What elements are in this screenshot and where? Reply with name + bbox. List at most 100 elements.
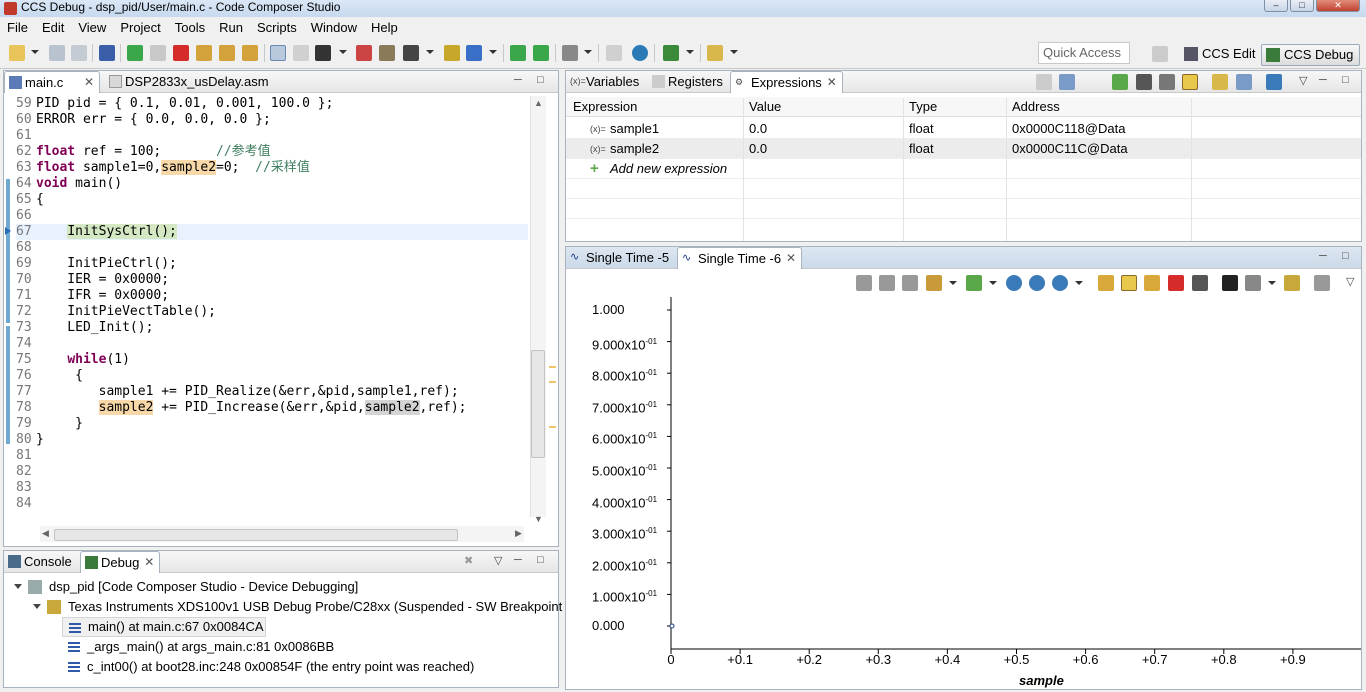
- column-header-value[interactable]: Value: [749, 97, 781, 116]
- maximize-view-icon[interactable]: □: [537, 554, 544, 566]
- refresh-options-icon[interactable]: [1144, 275, 1160, 291]
- align-icon[interactable]: [879, 275, 895, 291]
- add-expression-icon[interactable]: [1112, 74, 1128, 90]
- target-icon[interactable]: [403, 45, 419, 61]
- minimize-view-icon[interactable]: ─: [514, 74, 522, 86]
- suspend-icon[interactable]: [150, 45, 166, 61]
- occurrence-marker[interactable]: [549, 366, 556, 368]
- column-header-address[interactable]: Address: [1012, 97, 1060, 116]
- refresh-graph-icon[interactable]: [1098, 275, 1114, 291]
- code-line[interactable]: 73 LED_Init();: [16, 320, 528, 336]
- new-dropdown-icon[interactable]: [31, 50, 39, 54]
- debug-view-icon[interactable]: [99, 45, 115, 61]
- menu-edit[interactable]: Edit: [35, 17, 71, 37]
- scroll-down-icon[interactable]: ▼: [534, 514, 543, 524]
- add-new-expression-row[interactable]: + Add new expression: [566, 159, 1361, 179]
- restart-dropdown-icon[interactable]: [489, 50, 497, 54]
- open-perspective-icon[interactable]: [1152, 46, 1168, 62]
- perspective-ccs-edit[interactable]: CCS Edit: [1180, 44, 1261, 66]
- expression-row[interactable]: (x)= sample1 0.0 float 0x0000C118@Data: [566, 119, 1361, 139]
- target-dropdown-icon[interactable]: [426, 50, 434, 54]
- occurrence-marker[interactable]: [549, 381, 556, 383]
- overview-ruler[interactable]: [547, 96, 557, 516]
- terminate-icon[interactable]: [173, 45, 189, 61]
- resume-icon[interactable]: [127, 45, 143, 61]
- minimize-icon[interactable]: –: [1264, 0, 1288, 12]
- display-dropdown-icon[interactable]: [1268, 281, 1276, 285]
- view-menu-icon[interactable]: ▽: [1346, 275, 1354, 288]
- import-icon[interactable]: [1212, 74, 1228, 90]
- code-line[interactable]: 76 {: [16, 368, 528, 384]
- collapse-all-icon[interactable]: [1036, 74, 1052, 90]
- add-trace-dropdown-icon[interactable]: [989, 281, 997, 285]
- code-line[interactable]: 80}: [16, 432, 528, 448]
- cursor-dropdown-icon[interactable]: [949, 281, 957, 285]
- reset-graph-icon[interactable]: [1168, 275, 1184, 291]
- maximize-view-icon[interactable]: □: [1342, 250, 1349, 262]
- continuous-refresh-icon[interactable]: [1182, 74, 1198, 90]
- assembly-step-into-icon[interactable]: [510, 45, 526, 61]
- code-line[interactable]: 72 InitPieVectTable();: [16, 304, 528, 320]
- tab-debug[interactable]: Debug ✕: [80, 551, 161, 573]
- tree-item-frame-main[interactable]: main() at main.c:67 0x0084CA: [62, 617, 266, 637]
- show-type-icon[interactable]: [1059, 74, 1075, 90]
- code-line[interactable]: 64 void main(): [16, 176, 528, 192]
- skip-breakpoints-icon[interactable]: [379, 45, 395, 61]
- minimize-view-icon[interactable]: ─: [1319, 250, 1327, 262]
- build-icon[interactable]: [562, 45, 578, 61]
- load-dropdown-icon[interactable]: [339, 50, 347, 54]
- tab-usdelay-asm[interactable]: DSP2833x_usDelay.asm: [105, 71, 289, 93]
- close-window-icon[interactable]: ✕: [1316, 0, 1360, 12]
- new-icon[interactable]: [9, 45, 25, 61]
- close-tab-icon[interactable]: ✕: [144, 552, 154, 573]
- assembly-step-over-icon[interactable]: [533, 45, 549, 61]
- remove-terminated-icon[interactable]: ✖: [464, 554, 473, 567]
- remove-expression-icon[interactable]: [1136, 74, 1152, 90]
- expression-value[interactable]: 0.0: [749, 119, 767, 138]
- graph-menu-icon[interactable]: [1314, 275, 1330, 291]
- menu-run[interactable]: Run: [212, 17, 250, 37]
- tab-main-c[interactable]: main.c ✕: [4, 71, 100, 93]
- scroll-left-icon[interactable]: ◀: [42, 528, 49, 539]
- expand-arrow-icon[interactable]: [14, 584, 22, 589]
- pin-icon[interactable]: [1284, 275, 1300, 291]
- save-all-icon[interactable]: [71, 45, 87, 61]
- close-tab-icon[interactable]: ✕: [84, 72, 94, 93]
- maximize-icon[interactable]: □: [1290, 0, 1314, 12]
- minimize-view-icon[interactable]: ─: [1319, 74, 1327, 86]
- build-dropdown-icon[interactable]: [584, 50, 592, 54]
- tab-expressions[interactable]: ⚙ Expressions ✕: [730, 71, 843, 93]
- code-line[interactable]: 78 sample2 += PID_Increase(&err,&pid,sam…: [16, 400, 528, 416]
- code-area[interactable]: 59 PID pid = { 0.1, 0.01, 0.001, 100.0 };…: [16, 96, 528, 508]
- add-trace-icon[interactable]: [966, 275, 982, 291]
- breakpoint-icon[interactable]: [356, 45, 372, 61]
- tab-single-time-6[interactable]: ∿ Single Time -6 ✕: [677, 247, 803, 269]
- code-line[interactable]: 74: [16, 336, 528, 352]
- scroll-up-icon[interactable]: ▲: [534, 98, 543, 108]
- code-line[interactable]: 59 PID pid = { 0.1, 0.01, 0.001, 100.0 };: [16, 96, 528, 112]
- load-program-icon[interactable]: [315, 45, 331, 61]
- menu-project[interactable]: Project: [113, 17, 167, 37]
- occurrence-marker[interactable]: [549, 426, 556, 428]
- binoculars-icon[interactable]: [1222, 275, 1238, 291]
- measurement-icon[interactable]: [856, 275, 872, 291]
- zoom-in-icon[interactable]: [1006, 275, 1022, 291]
- code-line[interactable]: 82: [16, 464, 528, 480]
- reset-icon[interactable]: [444, 45, 460, 61]
- code-line[interactable]: 63 float sample1=0,sample2=0; //采样值: [16, 160, 528, 176]
- step-into-icon[interactable]: [196, 45, 212, 61]
- step-return-icon[interactable]: [242, 45, 258, 61]
- zoom-dropdown-icon[interactable]: [1075, 281, 1083, 285]
- editor-vertical-scroll-thumb[interactable]: [531, 350, 545, 458]
- cursor-icon[interactable]: [926, 275, 942, 291]
- remove-all-icon[interactable]: [1159, 74, 1175, 90]
- menu-window[interactable]: Window: [304, 17, 364, 37]
- scroll-right-icon[interactable]: ▶: [515, 528, 522, 539]
- view-menu-icon[interactable]: ▽: [1299, 74, 1307, 87]
- column-header-type[interactable]: Type: [909, 97, 937, 116]
- view-menu-icon[interactable]: ▽: [494, 554, 502, 567]
- restart-icon[interactable]: [466, 45, 482, 61]
- code-line[interactable]: 84: [16, 496, 528, 508]
- menu-tools[interactable]: Tools: [168, 17, 212, 37]
- menu-view[interactable]: View: [71, 17, 113, 37]
